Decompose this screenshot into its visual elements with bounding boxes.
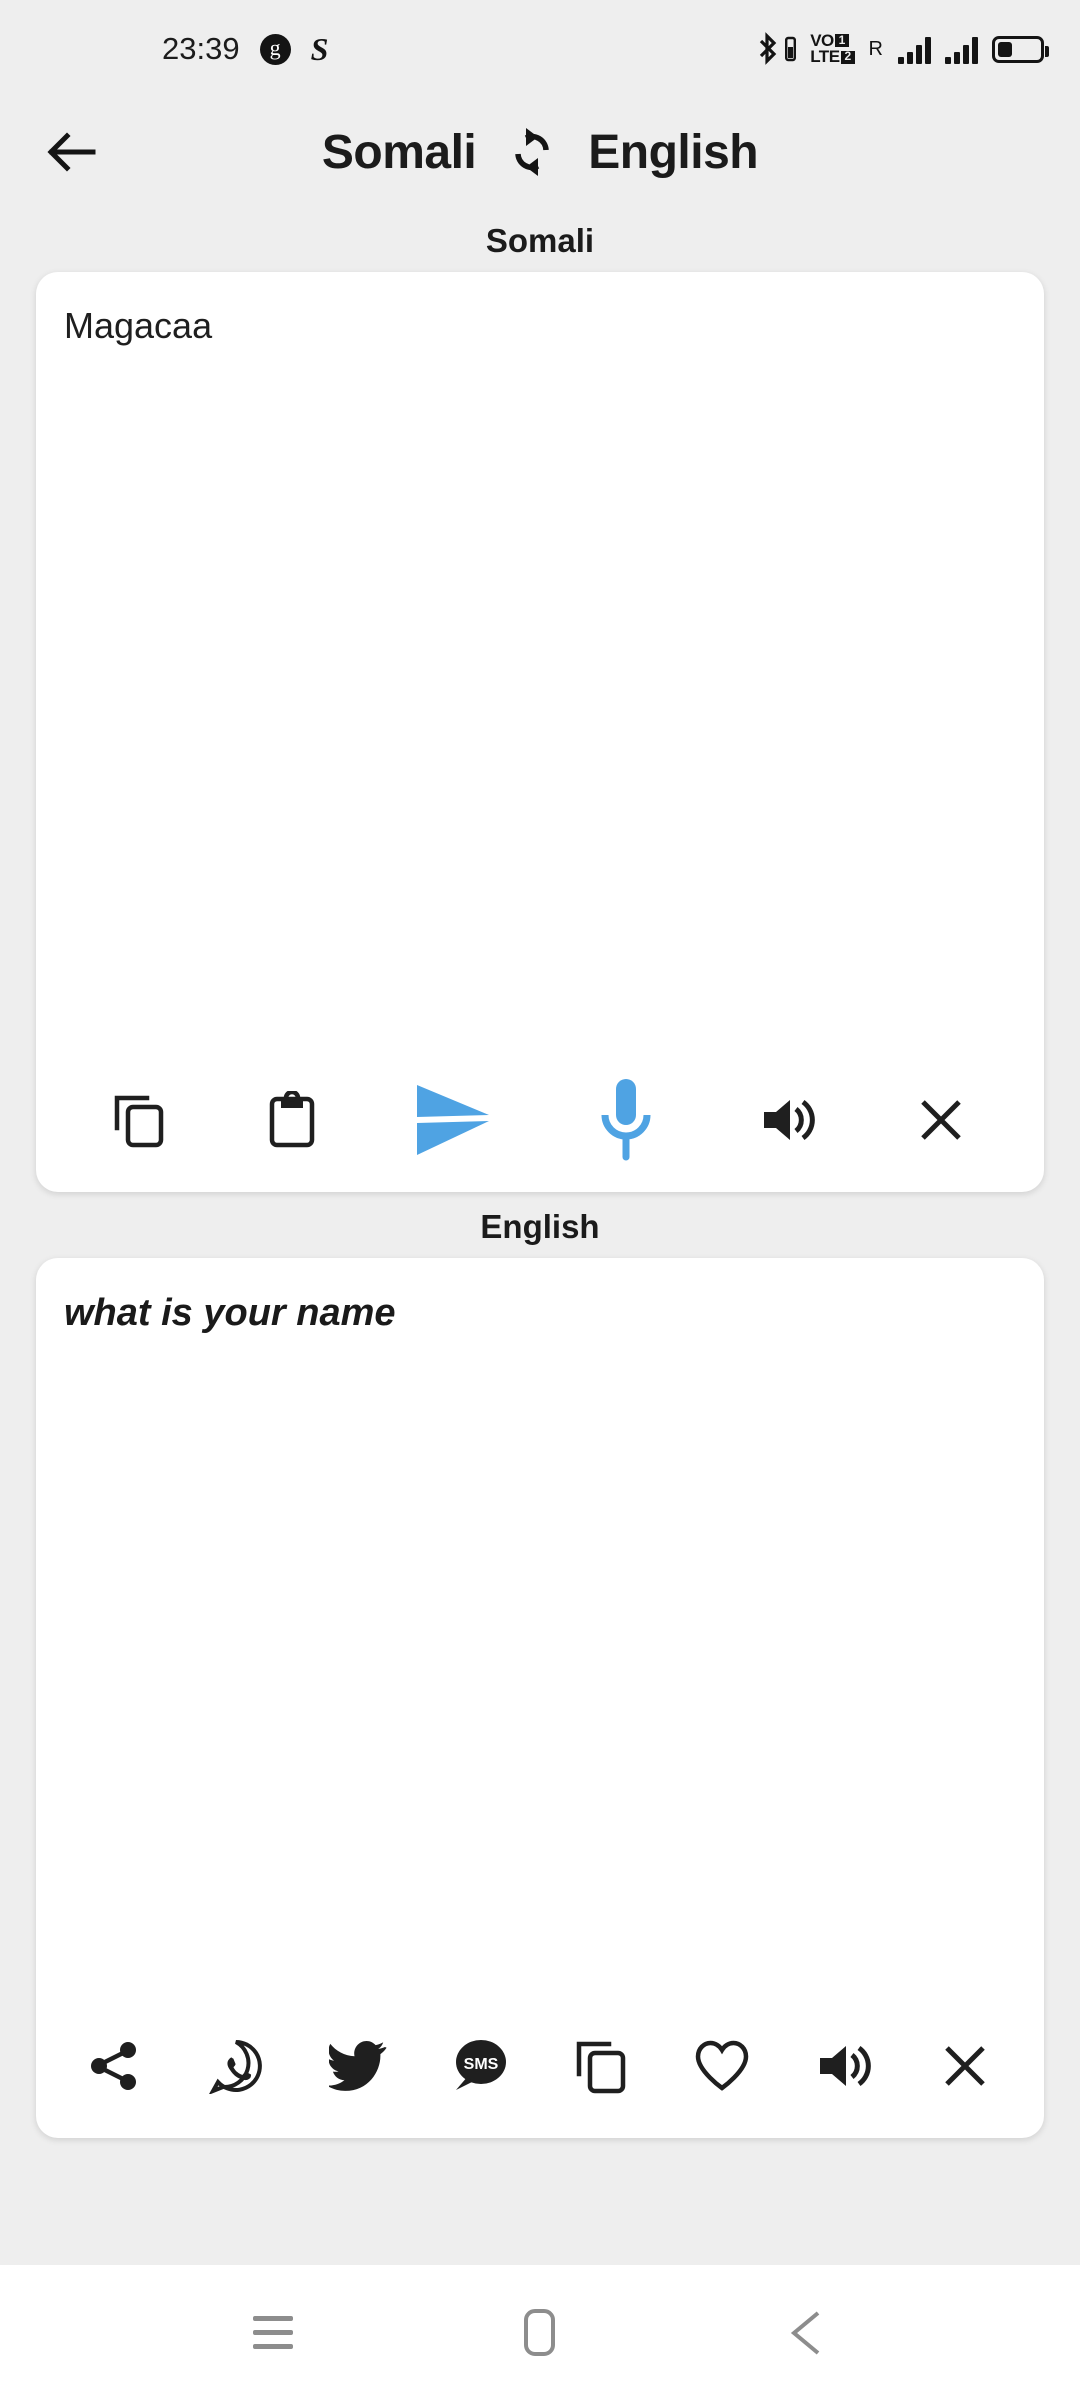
system-navigation-bar — [0, 2265, 1080, 2400]
target-text-area[interactable]: what is your name — [36, 1258, 1044, 2022]
translate-button[interactable] — [399, 1065, 509, 1175]
svg-text:SMS: SMS — [464, 2056, 499, 2073]
swiftkey-icon: S — [310, 31, 329, 67]
target-panel-label: English — [480, 1208, 600, 1245]
app-bar: Somali English — [0, 98, 1080, 206]
source-card: Magacaa — [36, 272, 1044, 1192]
language-pair: Somali English — [108, 124, 972, 180]
paste-button[interactable] — [246, 1074, 338, 1166]
battery-icon — [992, 35, 1049, 63]
speak-source-button[interactable] — [742, 1074, 834, 1166]
voice-input-button[interactable] — [571, 1065, 681, 1175]
copy-button[interactable] — [93, 1074, 185, 1166]
roaming-indicator: R — [868, 37, 883, 60]
speak-result-button[interactable] — [798, 2020, 890, 2112]
status-bar-right: VO 1 LTE 2 R — [757, 0, 1049, 98]
grammarly-icon: g — [259, 33, 291, 65]
back-arrow-icon[interactable] — [34, 115, 108, 189]
status-bar-clock: 23:39 — [162, 31, 240, 66]
recents-icon[interactable] — [225, 2285, 321, 2381]
source-toolbar — [36, 1076, 1044, 1192]
clear-result-button[interactable] — [919, 2020, 1011, 2112]
status-bar: 23:39 g S VO 1 LTE 2 R — [0, 0, 1080, 98]
whatsapp-button[interactable] — [190, 2020, 282, 2112]
back-icon[interactable] — [759, 2285, 855, 2381]
sms-button[interactable]: SMS — [433, 2020, 525, 2112]
swap-languages-icon[interactable] — [504, 124, 560, 180]
signal-bars-sim2-icon — [945, 34, 978, 64]
target-toolbar: SMS — [36, 2022, 1044, 2138]
share-button[interactable] — [69, 2020, 161, 2112]
volte-indicator-icon: VO 1 LTE 2 — [810, 32, 855, 65]
source-panel-label: Somali — [485, 222, 595, 259]
app-screen: 23:39 g S VO 1 LTE 2 R Somali English So… — [0, 0, 1080, 2400]
translated-text: what is your name — [64, 1292, 396, 1334]
source-text: Magacaa — [64, 305, 213, 346]
target-language-title[interactable]: English — [588, 125, 758, 180]
twitter-button[interactable] — [312, 2020, 404, 2112]
status-bar-left: 23:39 g S — [162, 31, 328, 67]
copy-result-button[interactable] — [555, 2020, 647, 2112]
home-icon[interactable] — [492, 2285, 588, 2381]
signal-bars-sim1-icon — [898, 34, 931, 64]
favorite-button[interactable] — [676, 2020, 768, 2112]
clear-source-button[interactable] — [895, 1074, 987, 1166]
source-text-area[interactable]: Magacaa — [36, 272, 1044, 1076]
bluetooth-icon — [757, 32, 797, 66]
target-card: what is your name SMS — [36, 1258, 1044, 2138]
source-language-title[interactable]: Somali — [322, 125, 477, 180]
bottom-spacer — [0, 2138, 1080, 2265]
